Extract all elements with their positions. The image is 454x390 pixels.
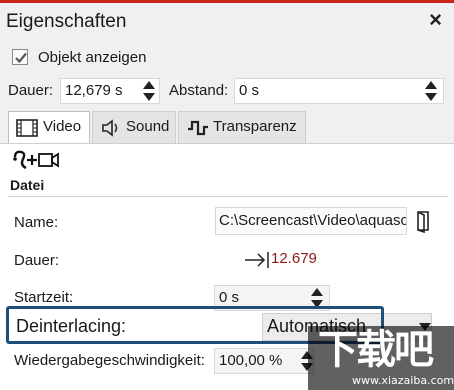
checkmark-icon (15, 52, 27, 64)
spacing-input-value: 0 s (239, 82, 260, 99)
playback-speed-input[interactable]: 100,00 % (214, 348, 314, 374)
watermark-brand: 下载吧 (318, 327, 434, 373)
file-duration-value: 12.679 (271, 250, 317, 267)
section-divider (8, 196, 448, 197)
duration-label: Dauer: (8, 82, 54, 99)
playback-speed-value: 100,00 % (219, 352, 283, 369)
deinterlacing-label: Deinterlacing: (16, 316, 127, 336)
show-object-checkbox[interactable] (12, 49, 28, 65)
title-bar: Eigenschaften × (0, 3, 454, 39)
spacing-spinner-icon[interactable] (424, 80, 438, 102)
file-path-input[interactable]: C:\Screencast\Video\aquasc (215, 207, 407, 235)
file-path-value: C:\Screencast\Video\aquasc (219, 212, 407, 229)
add-video-icon[interactable] (27, 152, 59, 168)
playback-speed-label: Wiedergabegeschwindigkeit: (14, 352, 205, 369)
spacing-input[interactable]: 0 s (234, 78, 444, 104)
window-title: Eigenschaften (6, 11, 127, 32)
curve-path-icon[interactable] (13, 150, 27, 170)
tool-icons (12, 149, 68, 176)
tab-video[interactable]: Video (8, 111, 90, 143)
tab-sound[interactable]: Sound (92, 111, 176, 143)
file-section-heading: Datei (10, 177, 45, 193)
tab-transparenz-label: Transparenz (213, 118, 297, 135)
speaker-icon (102, 119, 118, 137)
file-duration-label: Dauer: (14, 252, 60, 269)
start-time-label: Startzeit: (14, 289, 74, 306)
tab-sound-label: Sound (126, 118, 170, 135)
open-folder-icon (417, 211, 429, 234)
film-icon (16, 119, 38, 137)
show-object-label: Objekt anzeigen (38, 49, 147, 66)
arrow-to-end-icon (245, 252, 269, 268)
close-icon[interactable]: × (429, 9, 442, 31)
watermark-url: www.xiazaiba.com (352, 374, 454, 387)
tab-video-label: Video (43, 118, 82, 135)
start-time-value: 0 s (219, 289, 240, 306)
duration-spinner-icon[interactable] (142, 80, 156, 102)
tab-transparenz[interactable]: Transparenz (178, 111, 306, 143)
transparency-icon (188, 120, 208, 136)
spacing-label: Abstand: (169, 82, 229, 99)
name-label: Name: (14, 214, 59, 231)
open-file-button[interactable] (411, 208, 437, 234)
duration-input-value: 12,679 s (65, 82, 123, 99)
